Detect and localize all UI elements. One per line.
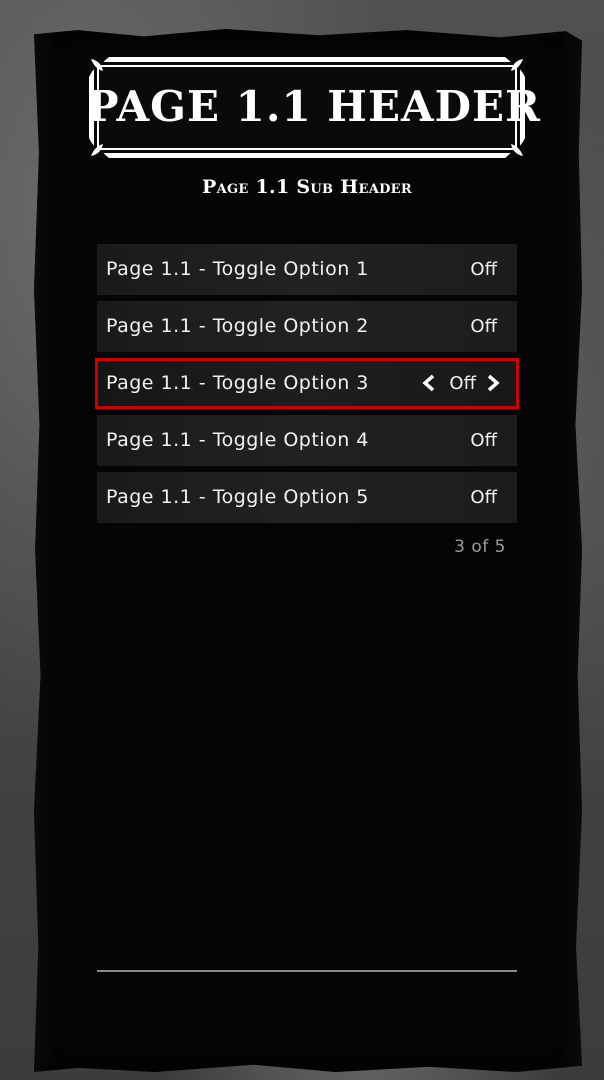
options-list: Page 1.1 - Toggle Option 1 Off Page 1.1 …: [95, 244, 519, 529]
chevron-right-icon[interactable]: [484, 374, 502, 392]
page-indicator: 3 of 5: [454, 537, 506, 557]
toggle-option-1[interactable]: Page 1.1 - Toggle Option 1 Off: [97, 244, 517, 295]
option-label: Page 1.1 - Toggle Option 3: [106, 372, 369, 394]
toggle-option-4[interactable]: Page 1.1 - Toggle Option 4 Off: [97, 415, 517, 466]
option-label: Page 1.1 - Toggle Option 2: [106, 315, 369, 337]
page-sub-header: Page 1.1 Sub Header: [202, 176, 412, 198]
page-title: PAGE 1.1 HEADER: [87, 82, 541, 131]
option-value: Off: [470, 259, 497, 280]
toggle-option-2[interactable]: Page 1.1 - Toggle Option 2 Off: [97, 301, 517, 352]
option-value: Off: [470, 316, 497, 337]
option-label: Page 1.1 - Toggle Option 5: [106, 486, 369, 508]
toggle-option-3[interactable]: Page 1.1 - Toggle Option 3 Off: [95, 358, 519, 409]
option-value: Off: [449, 373, 476, 394]
option-label: Page 1.1 - Toggle Option 1: [106, 258, 369, 280]
option-label: Page 1.1 - Toggle Option 4: [106, 429, 369, 451]
option-value: Off: [470, 430, 497, 451]
option-value: Off: [470, 487, 497, 508]
header-plaque: PAGE 1.1 HEADER: [87, 55, 541, 160]
toggle-option-5[interactable]: Page 1.1 - Toggle Option 5 Off: [97, 472, 517, 523]
footer-divider: [97, 970, 517, 972]
chevron-left-icon[interactable]: [420, 374, 438, 392]
